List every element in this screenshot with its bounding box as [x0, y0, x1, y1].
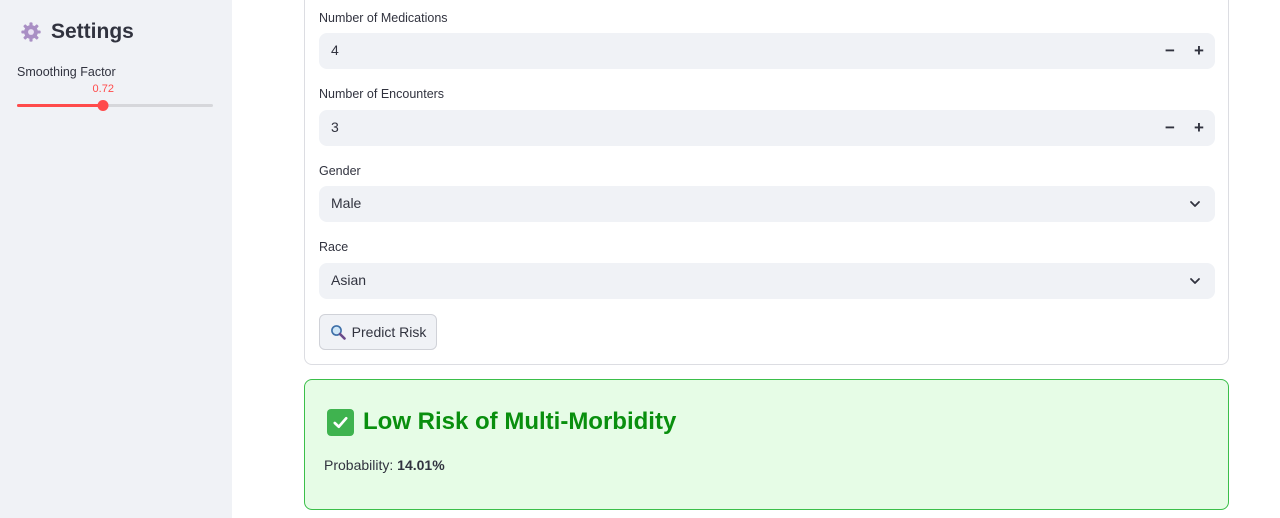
encounters-increment-button[interactable]: + [1185, 110, 1213, 146]
probability-text: Probability: 14.01% [324, 457, 445, 473]
slider-thumb[interactable] [97, 100, 109, 111]
slider-label: Smoothing Factor [17, 65, 116, 79]
probability-value: 14.01% [397, 457, 445, 473]
smoothing-factor-slider[interactable] [17, 100, 213, 111]
result-title: Low Risk of Multi-Morbidity [363, 408, 677, 435]
race-value: Asian [331, 272, 367, 288]
chevron-down-icon [1190, 278, 1200, 284]
medications-number-input[interactable]: 4 − + [319, 33, 1215, 69]
gender-select[interactable]: Male [319, 186, 1215, 222]
predict-risk-button[interactable]: Predict Risk [319, 314, 437, 350]
encounters-label: Number of Encounters [319, 87, 445, 101]
result-panel [304, 379, 1229, 510]
predict-risk-label: Predict Risk [351, 324, 427, 340]
medications-value: 4 [331, 42, 339, 58]
sidebar: Settings Smoothing Factor 0.72 [0, 0, 232, 518]
encounters-decrement-button[interactable]: − [1156, 110, 1184, 146]
race-label: Race [319, 240, 349, 254]
gender-label: Gender [319, 164, 361, 178]
sidebar-title: Settings [51, 20, 134, 43]
encounters-value: 3 [331, 119, 339, 135]
medications-increment-button[interactable]: + [1185, 33, 1213, 69]
medications-decrement-button[interactable]: − [1156, 33, 1184, 69]
race-select[interactable]: Asian [319, 263, 1215, 299]
chevron-down-icon [1190, 201, 1200, 207]
slider-fill [17, 104, 104, 107]
sidebar-header: Settings [20, 20, 134, 44]
magnifier-icon [330, 325, 346, 340]
probability-label: Probability: [324, 457, 394, 473]
gender-value: Male [331, 195, 362, 211]
check-mark-icon [327, 408, 354, 436]
encounters-number-input[interactable]: 3 − + [319, 110, 1215, 146]
gear-icon [21, 22, 41, 42]
medications-label: Number of Medications [319, 11, 448, 25]
slider-value: 0.72 [92, 83, 114, 95]
result-header: Low Risk of Multi-Morbidity [327, 408, 676, 436]
